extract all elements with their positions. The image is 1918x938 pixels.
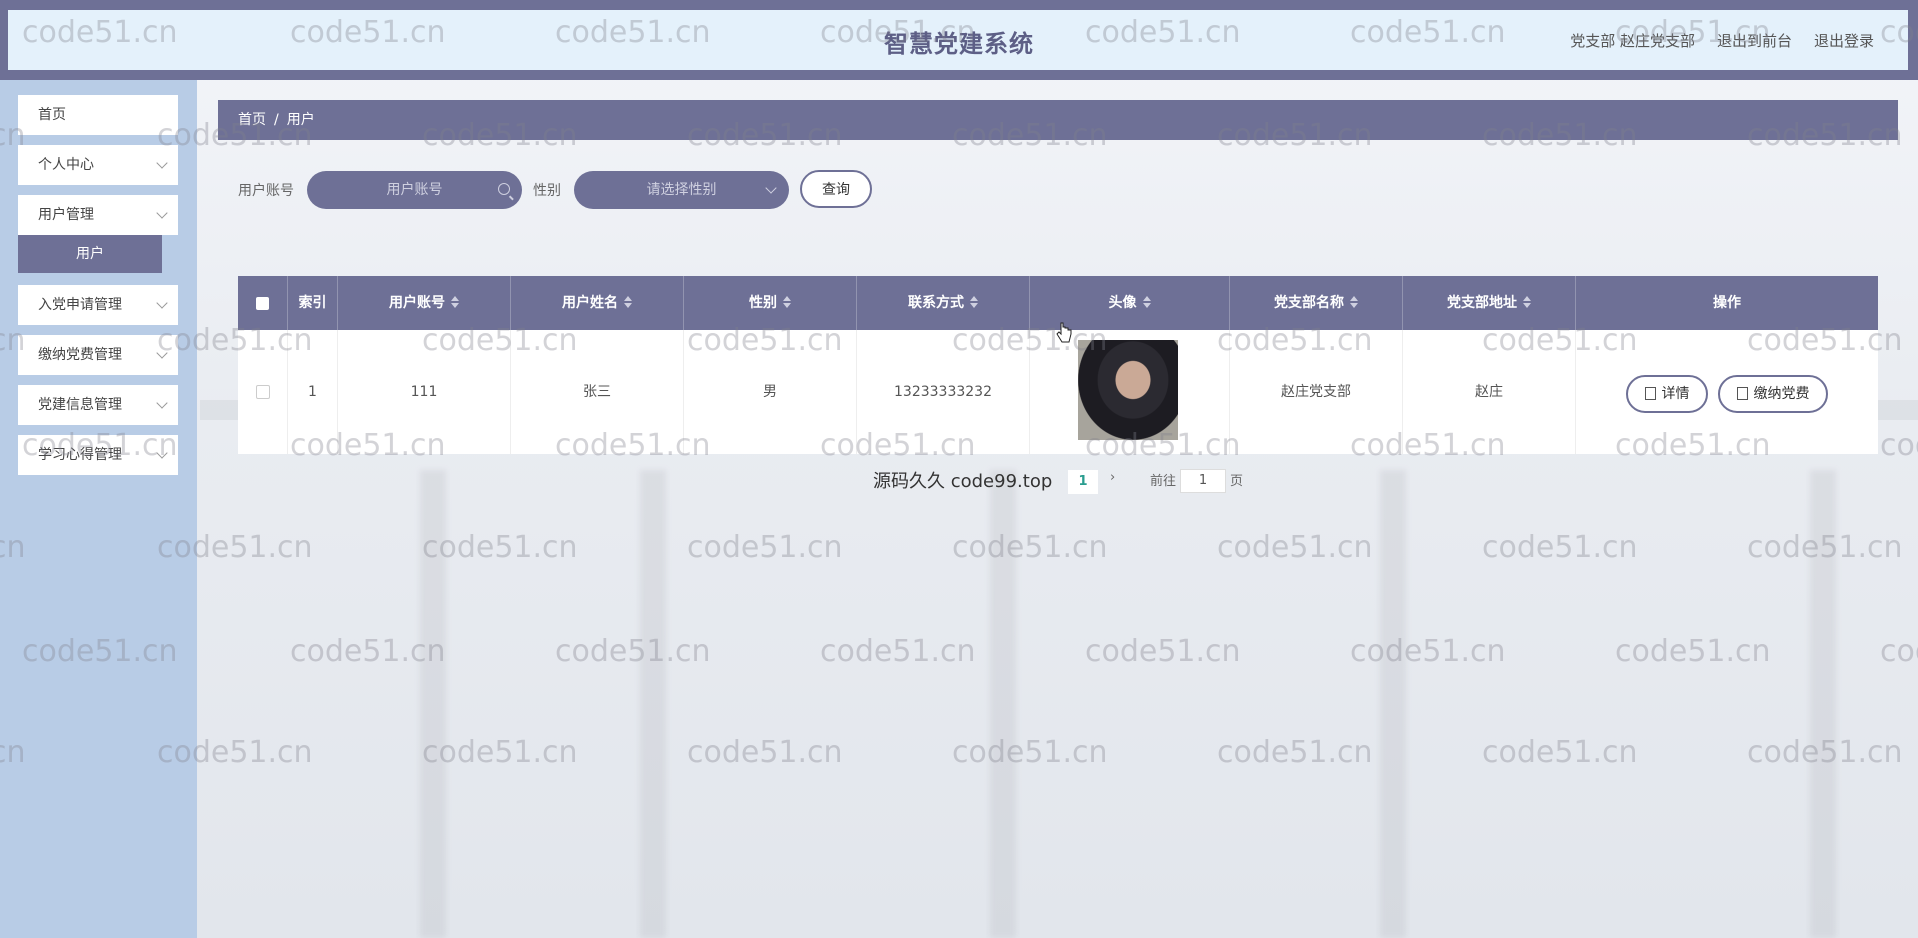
bg-post [640, 470, 666, 938]
cell-avatar [1030, 330, 1230, 454]
col-index: 索引 [288, 276, 338, 330]
search-icon [498, 183, 510, 195]
account-placeholder: 用户账号 [386, 182, 443, 198]
bg-post [1380, 470, 1406, 938]
goto-page-input[interactable]: 1 [1180, 469, 1226, 493]
back-to-frontend-link[interactable]: 退出到前台 [1717, 30, 1792, 51]
sidebar-item-label: 入党申请管理 [38, 297, 122, 313]
source-overlay-text: 源码久久 code99.top [873, 471, 1053, 492]
breadcrumb-home[interactable]: 首页 [238, 112, 266, 128]
sidebar-item-study-notes[interactable]: 学习心得管理 [18, 435, 178, 475]
col-branch-address[interactable]: 党支部地址 [1403, 276, 1576, 330]
select-all-cell[interactable] [238, 276, 288, 330]
breadcrumb: 首页 / 用户 [218, 100, 1898, 140]
sidebar-item-label: 学习心得管理 [38, 447, 122, 463]
chevron-down-icon [156, 297, 168, 309]
sort-icon[interactable] [451, 296, 459, 308]
chevron-down-icon [156, 347, 168, 359]
row-checkbox-cell[interactable] [238, 330, 288, 454]
sidebar-subitem-user[interactable]: 用户 [18, 235, 162, 273]
sidebar-item-label: 首页 [38, 107, 66, 123]
col-branch-name-label: 党支部名称 [1274, 295, 1344, 311]
gender-placeholder: 请选择性别 [646, 182, 717, 198]
cell-name: 张三 [511, 330, 684, 454]
document-icon [1644, 386, 1656, 400]
cell-index: 1 [288, 330, 338, 454]
sidebar-item-party-info[interactable]: 党建信息管理 [18, 385, 178, 425]
col-account-label: 用户账号 [389, 295, 445, 311]
gender-select[interactable]: 请选择性别 [574, 171, 789, 209]
details-label: 详情 [1661, 386, 1690, 402]
header-links: 党支部 赵庄党支部 退出到前台 退出登录 [1570, 30, 1874, 51]
cell-branch-address: 赵庄 [1403, 330, 1576, 454]
col-branch-name[interactable]: 党支部名称 [1230, 276, 1403, 330]
sidebar-item-label: 用户管理 [38, 207, 94, 223]
sidebar-item-label: 党建信息管理 [38, 397, 122, 413]
table-row: 1 111 张三 男 13233333232 赵庄党支部 赵庄 详情 缴纳党费 [238, 330, 1878, 454]
account-search-input[interactable]: 用户账号 [307, 171, 522, 209]
sidebar: 首页 个人中心 用户管理 用户 入党申请管理 缴纳党费管理 党建信息管理 学习心… [0, 80, 197, 938]
col-account[interactable]: 用户账号 [338, 276, 511, 330]
sort-icon[interactable] [1350, 296, 1358, 308]
row-checkbox[interactable] [255, 385, 270, 399]
sort-icon[interactable] [970, 296, 978, 308]
sidebar-item-home[interactable]: 首页 [18, 95, 178, 135]
breadcrumb-separator: / [274, 112, 279, 128]
document-icon [1736, 386, 1748, 400]
account-label: 用户账号 [238, 183, 294, 199]
cell-gender: 男 [684, 330, 857, 454]
sort-icon[interactable] [783, 296, 791, 308]
details-button[interactable]: 详情 [1626, 375, 1708, 413]
col-name[interactable]: 用户姓名 [511, 276, 684, 330]
avatar[interactable] [1078, 340, 1178, 440]
sidebar-item-personal-center[interactable]: 个人中心 [18, 145, 178, 185]
sort-icon[interactable] [1142, 296, 1151, 308]
col-phone-label: 联系方式 [908, 295, 964, 311]
cell-phone: 13233333232 [857, 330, 1030, 454]
breadcrumb-current: 用户 [286, 112, 315, 128]
col-gender[interactable]: 性别 [684, 276, 857, 330]
top-header: 智慧党建系统 党支部 赵庄党支部 退出到前台 退出登录 [0, 0, 1918, 80]
chevron-down-icon [765, 182, 777, 194]
logout-link[interactable]: 退出登录 [1814, 30, 1874, 51]
sidebar-item-label: 个人中心 [38, 157, 94, 173]
pay-party-fee-button[interactable]: 缴纳党费 [1718, 375, 1828, 413]
chevron-down-icon [156, 207, 168, 219]
col-branch-address-label: 党支部地址 [1447, 295, 1517, 311]
pagination-current-page[interactable]: 1 [1068, 470, 1098, 494]
col-gender-label: 性别 [749, 295, 777, 311]
chevron-down-icon [156, 157, 168, 169]
col-name-label: 用户姓名 [562, 295, 618, 311]
sidebar-item-user-management[interactable]: 用户管理 [18, 195, 178, 235]
select-all-checkbox[interactable] [256, 296, 269, 310]
chevron-down-icon [156, 447, 168, 459]
col-phone[interactable]: 联系方式 [857, 276, 1030, 330]
hand-cursor-icon [1056, 322, 1072, 343]
col-avatar-label: 头像 [1108, 295, 1137, 311]
sort-icon[interactable] [624, 296, 632, 308]
bg-post [990, 470, 1016, 938]
chevron-down-icon [156, 397, 168, 409]
cell-actions: 详情 缴纳党费 [1576, 330, 1878, 454]
bg-post [420, 470, 446, 938]
sort-icon[interactable] [1523, 296, 1531, 308]
pay-fee-label: 缴纳党费 [1753, 386, 1810, 402]
sidebar-item-party-fee[interactable]: 缴纳党费管理 [18, 335, 178, 375]
col-actions: 操作 [1713, 295, 1741, 311]
sidebar-item-label: 缴纳党费管理 [38, 347, 122, 363]
gender-label: 性别 [533, 183, 561, 199]
cell-branch-name: 赵庄党支部 [1230, 330, 1403, 454]
bg-post [1810, 470, 1836, 938]
user-branch-info: 党支部 赵庄党支部 [1570, 32, 1695, 50]
query-button[interactable]: 查询 [800, 170, 872, 208]
page-suffix: 页 [1230, 474, 1244, 489]
goto-label: 前往 [1150, 474, 1177, 489]
cell-account: 111 [338, 330, 511, 454]
next-page-icon[interactable]: › [1110, 470, 1115, 485]
sidebar-item-party-application[interactable]: 入党申请管理 [18, 285, 178, 325]
